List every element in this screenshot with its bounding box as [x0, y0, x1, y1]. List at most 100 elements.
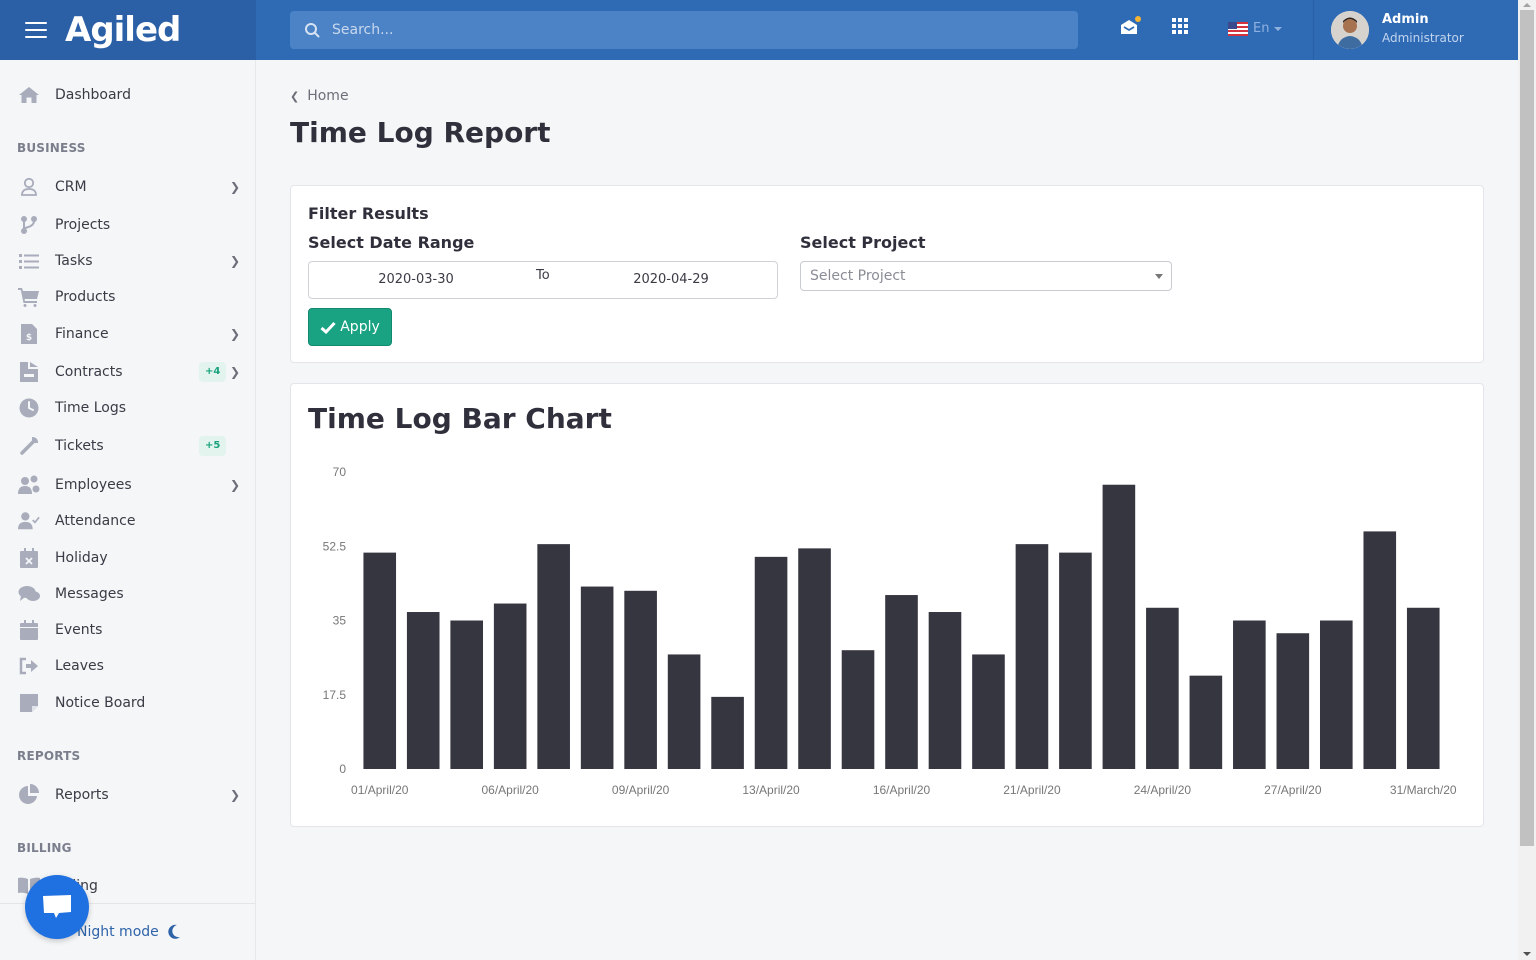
sidebar-item-notice-board[interactable]: Notice Board: [0, 686, 255, 720]
sidebar-item-messages[interactable]: Messages: [0, 577, 255, 611]
sidebar-item-projects[interactable]: Projects: [0, 208, 255, 242]
bar[interactable]: 02/April/20: 37: [406, 612, 440, 769]
pie-chart-icon: [18, 784, 40, 806]
sidebar-item-label: Dashboard: [55, 87, 131, 103]
search-bar[interactable]: [290, 11, 1078, 49]
breadcrumb[interactable]: ❮ Home: [290, 88, 349, 104]
start-date-input[interactable]: [316, 272, 516, 287]
apps-button[interactable]: [1172, 18, 1188, 38]
avatar[interactable]: [1331, 11, 1369, 49]
chevron-right-icon: ❯: [230, 180, 241, 194]
bar[interactable]: 01/April/20: 51: [363, 552, 397, 769]
clock-icon: [18, 397, 40, 419]
sidebar-item-label: Events: [55, 622, 103, 638]
scroll-thumb[interactable]: [1520, 10, 1534, 846]
bar[interactable]: 07/April/20: 53: [537, 544, 570, 769]
sidebar-item-holiday[interactable]: Holiday: [0, 541, 255, 575]
bar[interactable]: 08/April/20: 43: [580, 586, 614, 769]
bar[interactable]: 29/April/20: 56: [1363, 531, 1397, 769]
sidebar-item-contracts[interactable]: Contracts +4 ❯: [0, 355, 255, 389]
user-name[interactable]: Admin: [1382, 12, 1429, 27]
bar[interactable]: 14/April/20: 52: [798, 548, 831, 769]
contract-icon: [18, 361, 40, 383]
night-mode-toggle[interactable]: Night mode: [77, 924, 181, 940]
y-tick-label: 0: [339, 762, 346, 776]
bar[interactable]: 09/April/20: 42: [624, 590, 657, 769]
sidebar-item-tasks[interactable]: Tasks ❯: [0, 244, 255, 278]
breadcrumb-home[interactable]: Home: [307, 88, 348, 104]
comments-icon: [18, 583, 40, 605]
chat-button[interactable]: [25, 875, 89, 939]
bar[interactable]: 20/April/20: 27: [972, 654, 1005, 769]
bar[interactable]: 31/March/20: 38: [1406, 607, 1440, 769]
bar[interactable]: 23/April/20: 67: [1102, 484, 1136, 769]
bar[interactable]: 10/April/20: 27: [667, 654, 701, 769]
sidebar-item-label: Time Logs: [55, 400, 127, 416]
sidebar-item-label: Contracts: [55, 364, 123, 380]
menu-toggle-icon[interactable]: [25, 22, 47, 38]
sidebar-item-label: CRM: [55, 179, 87, 195]
count-badge: +5: [199, 436, 227, 456]
user-photo-icon: [1331, 11, 1369, 49]
section-title-reports: REPORTS: [17, 749, 81, 763]
bar[interactable]: 03/April/20: 35: [450, 620, 484, 770]
to-label: To: [536, 268, 550, 283]
sign-out-icon: [18, 655, 40, 677]
apply-button[interactable]: Apply: [308, 308, 392, 346]
sidebar-item-events[interactable]: Events: [0, 613, 255, 647]
page-scrollbar[interactable]: [1518, 0, 1536, 960]
scroll-up-arrow-icon[interactable]: [1523, 3, 1531, 7]
end-date-input[interactable]: [571, 272, 771, 287]
sidebar-item-label: Tasks: [55, 253, 93, 269]
search-input[interactable]: [332, 22, 1032, 38]
notifications-button[interactable]: [1120, 16, 1141, 40]
y-tick-label: 35: [333, 614, 347, 628]
sidebar-item-finance[interactable]: $ Finance ❯: [0, 317, 255, 351]
project-label: Select Project: [800, 233, 926, 252]
caret-down-icon: [1155, 274, 1163, 279]
bar-chart: 0 17.5 35 52.5 70 01/April/20: 51 02/April/20:…: [323, 465, 1457, 797]
bar[interactable]: 15/April/20: 28: [841, 650, 875, 769]
sidebar-item-label: Reports: [55, 787, 109, 803]
sidebar-item-employees[interactable]: Employees ❯: [0, 468, 255, 502]
sidebar-item-attendance[interactable]: Attendance: [0, 504, 255, 538]
bar[interactable]: 17/April/20: 37: [928, 612, 962, 769]
language-selector[interactable]: En: [1228, 21, 1283, 36]
sidebar-item-label: Notice Board: [55, 695, 146, 711]
chevron-right-icon: ❯: [230, 327, 241, 341]
moon-icon: [168, 924, 180, 939]
bar[interactable]: 27/April/20: 32: [1276, 633, 1310, 769]
bar[interactable]: 16/April/20: 41: [885, 595, 918, 769]
bar[interactable]: 13/April/20: 50: [754, 556, 788, 769]
bar[interactable]: 25/April/20: 22: [1189, 675, 1223, 769]
sidebar-item-dashboard[interactable]: Dashboard: [0, 78, 255, 112]
sidebar-item-products[interactable]: Products: [0, 280, 255, 314]
bar[interactable]: 26/April/20: 35: [1233, 620, 1266, 770]
sidebar-item-crm[interactable]: CRM ❯: [0, 170, 255, 204]
sidebar-item-tickets[interactable]: Tickets +5: [0, 429, 255, 463]
wrench-icon: [18, 435, 40, 457]
x-tick-label: 13/April/20: [742, 783, 800, 797]
sidebar-item-label: Leaves: [55, 658, 104, 674]
chart-card: Time Log Bar Chart 0 17.5 35 52.5 70 01/April…: [290, 383, 1484, 827]
bar[interactable]: 06/April/20: 39: [493, 603, 527, 769]
x-tick-label: 16/April/20: [873, 783, 931, 797]
scroll-down-arrow-icon[interactable]: [1523, 952, 1531, 956]
bar[interactable]: 24/April/20: 38: [1146, 607, 1179, 769]
bar[interactable]: 28/April/20: 35: [1319, 620, 1353, 770]
bar[interactable]: 11/April/20: 17: [711, 696, 744, 769]
date-range-label: Select Date Range: [308, 233, 475, 252]
sidebar-item-leaves[interactable]: Leaves: [0, 649, 255, 683]
page-title: Time Log Report: [290, 116, 551, 149]
brand-logo[interactable]: Agiled: [65, 10, 181, 50]
sidebar-item-label: Employees: [55, 477, 132, 493]
us-flag-icon: [1228, 21, 1248, 36]
x-tick-label: 06/April/20: [481, 783, 539, 797]
sidebar-item-reports[interactable]: Reports ❯: [0, 778, 255, 812]
bar[interactable]: 21/April/20: 53: [1015, 544, 1049, 769]
x-tick-label: 21/April/20: [1003, 783, 1061, 797]
project-select[interactable]: Select Project: [800, 261, 1172, 291]
bar[interactable]: 22/April/20: 51: [1059, 552, 1092, 769]
sidebar-item-time-logs[interactable]: Time Logs: [0, 391, 255, 425]
sidebar-item-label: Tickets: [55, 438, 104, 454]
